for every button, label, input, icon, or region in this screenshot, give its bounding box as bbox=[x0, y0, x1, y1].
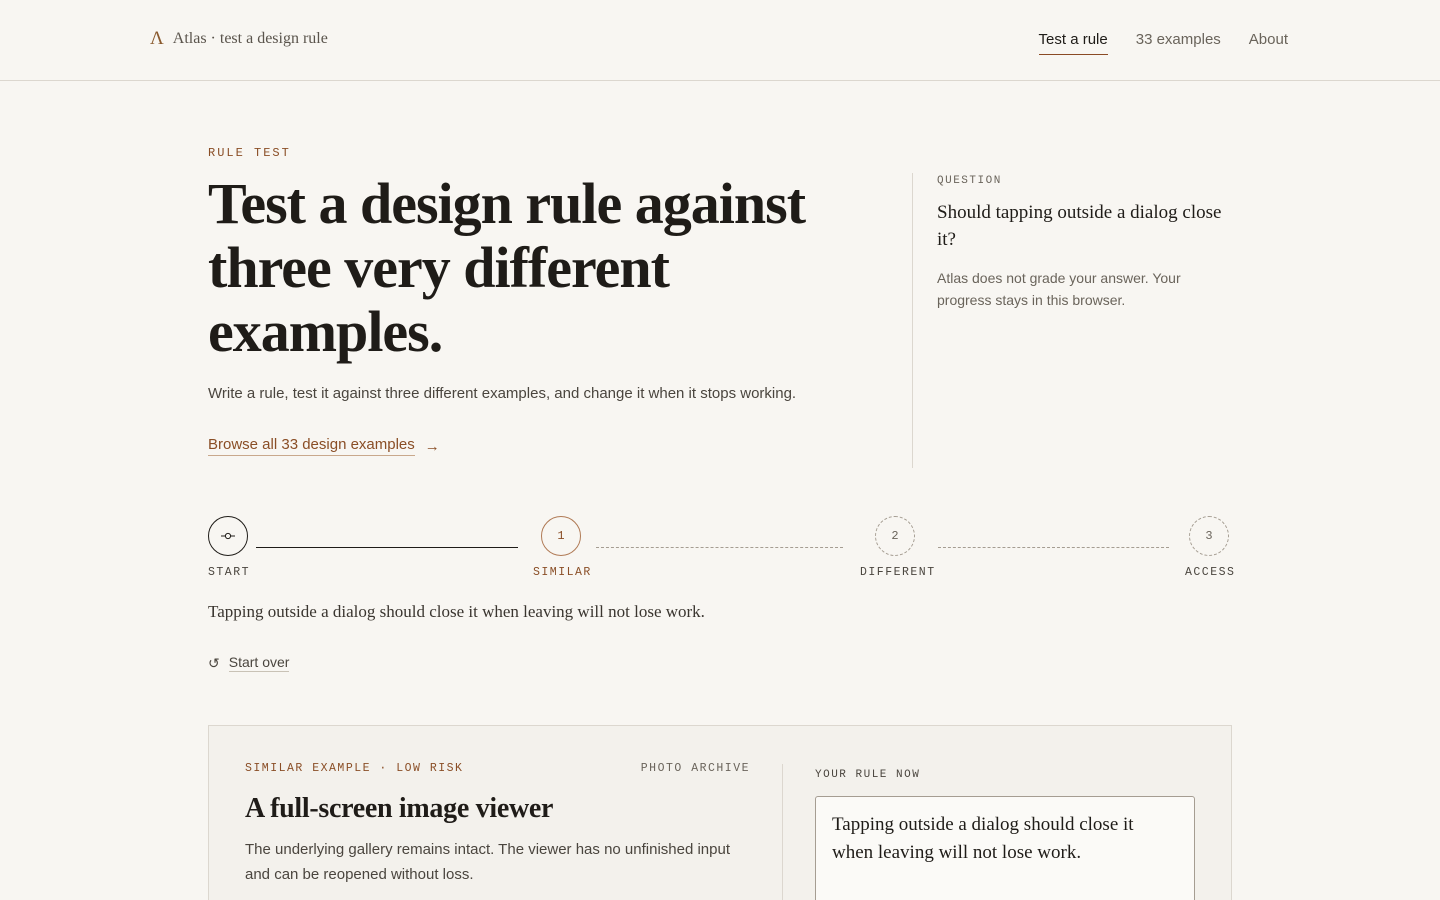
step-similar[interactable]: 1 SIMILAR bbox=[533, 516, 590, 579]
top-bar: Λ Atlas · test a design rule Test a rule… bbox=[0, 0, 1440, 81]
step-different-label: DIFFERENT bbox=[860, 566, 936, 579]
example-category: PHOTO ARCHIVE bbox=[640, 762, 750, 775]
commit-icon bbox=[221, 532, 235, 540]
step-start-label: START bbox=[208, 566, 251, 579]
example-card: SIMILAR EXAMPLE · LOW RISK PHOTO ARCHIVE… bbox=[208, 725, 1232, 900]
step-start-marker bbox=[208, 516, 248, 556]
step-connector-todo bbox=[938, 547, 1169, 548]
start-over-button[interactable]: ↺ Start over bbox=[208, 654, 290, 672]
step-different-marker: 2 bbox=[875, 516, 915, 556]
atlas-logo-icon: Λ bbox=[150, 28, 164, 49]
step-similar-marker: 1 bbox=[541, 516, 581, 556]
restart-icon: ↺ bbox=[208, 654, 220, 671]
nav-test-a-rule[interactable]: Test a rule bbox=[1038, 31, 1108, 55]
nav-about[interactable]: About bbox=[1249, 31, 1288, 55]
example-title: A full-screen image viewer bbox=[245, 793, 554, 824]
nav-examples[interactable]: 33 examples bbox=[1136, 31, 1221, 55]
card-divider bbox=[782, 764, 783, 900]
browse-examples-link[interactable]: Browse all 33 design examples → bbox=[208, 436, 440, 456]
hero-eyebrow: RULE TEST bbox=[208, 146, 291, 160]
question-eyebrow: QUESTION bbox=[937, 175, 1002, 187]
step-access-marker: 3 bbox=[1189, 516, 1229, 556]
brand-title: Atlas · test a design rule bbox=[172, 29, 328, 47]
example-details: SIMILAR EXAMPLE · LOW RISK PHOTO ARCHIVE… bbox=[245, 762, 750, 887]
current-rule-text: Tapping outside a dialog should close it… bbox=[208, 602, 705, 621]
browse-examples-label: Browse all 33 design examples bbox=[208, 436, 415, 456]
page-title: Test a design rule against three very di… bbox=[208, 171, 806, 364]
main-nav: Test a rule 33 examples About bbox=[1038, 31, 1288, 55]
rule-textarea[interactable]: Tapping outside a dialog should close it… bbox=[815, 796, 1195, 900]
progress-stepper: START 1 SIMILAR 2 DIFFERENT 3 ACCESS bbox=[208, 516, 1234, 586]
step-access[interactable]: 3 ACCESS bbox=[1185, 516, 1234, 579]
question-panel: QUESTION Should tapping outside a dialog… bbox=[912, 173, 1232, 468]
rule-editor: YOUR RULE NOW Tapping outside a dialog s… bbox=[815, 769, 1195, 900]
rule-editor-label: YOUR RULE NOW bbox=[815, 769, 921, 781]
example-description: The underlying gallery remains intact. T… bbox=[245, 841, 730, 883]
step-similar-label: SIMILAR bbox=[533, 566, 592, 579]
hero-subtitle: Write a rule, test it against three diff… bbox=[208, 385, 797, 402]
step-different[interactable]: 2 DIFFERENT bbox=[860, 516, 934, 579]
step-access-label: ACCESS bbox=[1185, 566, 1236, 579]
start-over-label: Start over bbox=[228, 654, 290, 672]
question-note: Atlas does not grade your answer. Your p… bbox=[937, 270, 1181, 308]
step-connector-todo bbox=[596, 547, 843, 548]
brand[interactable]: Λ Atlas · test a design rule bbox=[150, 29, 328, 48]
question-text: Should tapping outside a dialog close it… bbox=[937, 202, 1222, 250]
step-start[interactable]: START bbox=[208, 516, 249, 579]
arrow-right-icon: → bbox=[424, 437, 440, 455]
step-connector-done bbox=[256, 547, 518, 548]
